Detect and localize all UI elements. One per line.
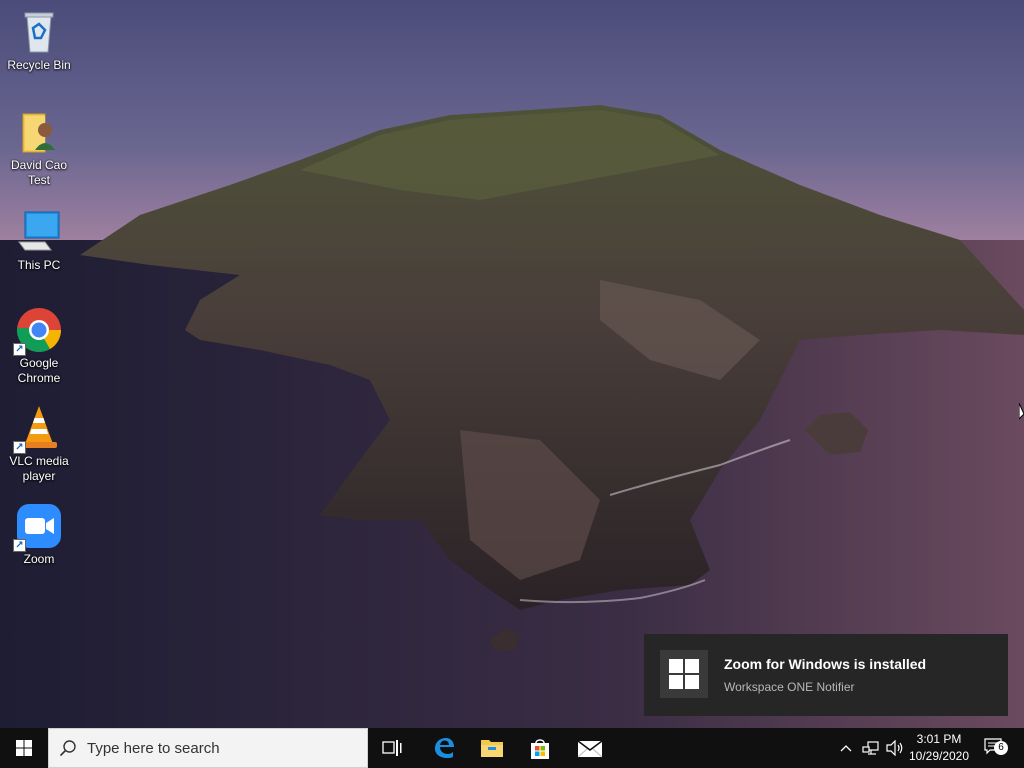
this-pc-icon (15, 208, 63, 256)
network-icon (862, 741, 879, 755)
windows-logo-icon (660, 650, 708, 698)
start-button[interactable] (0, 728, 48, 768)
file-explorer-taskbar-button[interactable] (468, 728, 516, 768)
zoom-icon: ↗ (13, 502, 63, 552)
taskbar: 3:01 PM 10/29/2020 6 (0, 728, 1024, 768)
task-view-icon (382, 740, 402, 756)
desktop-icon-label: Google Chrome (17, 356, 61, 385)
desktop-icon-zoom[interactable]: ↗ Zoom (4, 502, 74, 567)
network-button[interactable] (860, 728, 882, 768)
taskbar-clock[interactable]: 3:01 PM 10/29/2020 (903, 731, 975, 765)
chevron-up-icon (840, 745, 852, 752)
chrome-icon: ↗ (13, 306, 63, 356)
desktop-icon-label: David Cao Test (10, 158, 68, 187)
file-explorer-icon (481, 740, 503, 757)
toast-title: Zoom for Windows is installed (724, 656, 927, 672)
mail-taskbar-button[interactable] (566, 728, 614, 768)
clock-time: 3:01 PM (916, 732, 962, 746)
desktop-wallpaper (0, 0, 1024, 728)
wallpaper-island-art (0, 105, 1024, 728)
desktop-icon-label: Zoom (23, 552, 55, 566)
store-icon (531, 739, 549, 759)
recycle-bin-icon (15, 8, 63, 56)
edge-taskbar-button[interactable] (420, 728, 468, 768)
toast-subtitle: Workspace ONE Notifier (724, 680, 855, 694)
mail-icon (577, 740, 603, 758)
edge-icon (435, 738, 454, 758)
windows-start-icon (16, 740, 32, 756)
user-folder-icon (15, 108, 63, 156)
store-taskbar-button[interactable] (516, 728, 564, 768)
notification-count-badge: 6 (994, 741, 1008, 755)
volume-icon (886, 740, 903, 756)
desktop-icon-this-pc[interactable]: This PC (4, 208, 74, 273)
action-center-button[interactable]: 6 (978, 728, 1012, 768)
desktop-icon-label: Recycle Bin (7, 58, 71, 72)
desktop-icon-vlc[interactable]: ↗ VLC media player (4, 404, 74, 484)
desktop-icon-label: VLC media player (9, 454, 69, 483)
search-icon (59, 740, 76, 757)
search-input[interactable] (87, 737, 357, 759)
desktop-icon-david-cao-test[interactable]: David Cao Test (4, 108, 74, 188)
desktop-icon-label: This PC (17, 258, 61, 272)
desktop-icon-recycle-bin[interactable]: Recycle Bin (4, 8, 74, 73)
mouse-cursor-icon (1018, 402, 1024, 426)
desktop-icon-google-chrome[interactable]: ↗ Google Chrome (4, 306, 74, 386)
taskbar-search-box[interactable] (48, 728, 368, 768)
task-view-button[interactable] (368, 728, 416, 768)
shortcut-arrow-icon: ↗ (13, 343, 26, 356)
show-hidden-icons-button[interactable] (836, 728, 856, 768)
clock-date: 10/29/2020 (908, 749, 970, 763)
vlc-icon: ↗ (13, 404, 63, 454)
shortcut-arrow-icon: ↗ (13, 441, 26, 454)
shortcut-arrow-icon: ↗ (13, 539, 26, 552)
toast-notification[interactable]: Zoom for Windows is installed Workspace … (644, 634, 1008, 716)
